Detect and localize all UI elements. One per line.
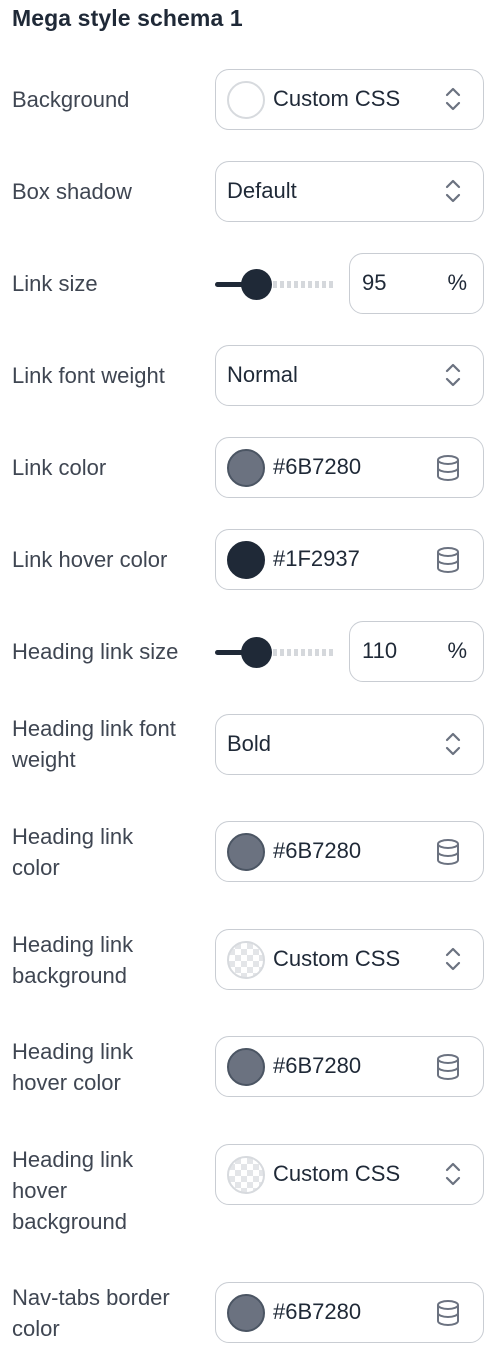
chevron-up-down-icon xyxy=(445,363,461,387)
select-value: Default xyxy=(227,178,297,203)
label-line: background xyxy=(12,1209,127,1234)
color-swatch[interactable] xyxy=(227,1048,265,1086)
slider-thumb[interactable] xyxy=(241,269,272,300)
unit-label: % xyxy=(447,270,467,295)
label-line: Heading link xyxy=(12,824,134,849)
label-line: Heading link font xyxy=(12,716,176,741)
transparent-swatch xyxy=(227,1156,265,1194)
link-size-input[interactable]: 95 % xyxy=(349,253,484,314)
color-value: #6B7280 xyxy=(273,1053,362,1078)
field-label: Heading link hover background xyxy=(12,1144,212,1237)
heading-link-hover-color-picker[interactable]: #6B7280 xyxy=(215,1036,484,1097)
label-line: hover xyxy=(12,1178,68,1203)
heading-link-size-slider[interactable] xyxy=(215,637,335,668)
select-value: Custom CSS xyxy=(273,1161,401,1186)
database-icon[interactable] xyxy=(435,838,461,866)
color-value: #1F2937 xyxy=(273,546,360,571)
select-value: Normal xyxy=(227,362,298,387)
color-swatch[interactable] xyxy=(227,1294,265,1332)
field-label: Link color xyxy=(12,455,107,480)
slider-thumb[interactable] xyxy=(241,637,272,668)
input-value: 110 xyxy=(362,638,398,663)
link-font-weight-select[interactable]: Normal xyxy=(215,345,484,406)
field-label: Heading link background xyxy=(12,929,212,991)
select-value: Custom CSS xyxy=(273,946,401,971)
database-icon[interactable] xyxy=(435,1299,461,1327)
transparent-swatch xyxy=(227,941,265,979)
field-label: Nav-tabs border color xyxy=(12,1282,212,1344)
heading-link-size-input[interactable]: 110 % xyxy=(349,621,484,682)
label-line: weight xyxy=(12,747,76,772)
chevron-up-down-icon xyxy=(445,87,461,111)
field-label: Link hover color xyxy=(12,547,168,572)
color-swatch xyxy=(227,81,265,119)
chevron-up-down-icon xyxy=(445,947,461,971)
chevron-up-down-icon xyxy=(445,1162,461,1186)
input-value: 95 xyxy=(362,270,387,295)
database-icon[interactable] xyxy=(435,454,461,482)
link-size-slider[interactable] xyxy=(215,269,335,300)
field-label: Link size xyxy=(12,271,98,296)
field-label: Background xyxy=(12,87,130,112)
heading-link-color-picker[interactable]: #6B7280 xyxy=(215,821,484,882)
field-label: Box shadow xyxy=(12,179,132,204)
nav-tabs-border-color-picker[interactable]: #6B7280 xyxy=(215,1282,484,1343)
color-value: #6B7280 xyxy=(273,838,362,863)
field-label: Heading link color xyxy=(12,821,212,883)
color-swatch[interactable] xyxy=(227,449,265,487)
link-hover-color-picker[interactable]: #1F2937 xyxy=(215,529,484,590)
chevron-up-down-icon xyxy=(445,179,461,203)
box-shadow-select[interactable]: Default xyxy=(215,161,484,222)
label-line: color xyxy=(12,1316,60,1341)
field-label: Heading link size xyxy=(12,639,179,664)
label-line: Nav-tabs border xyxy=(12,1285,170,1310)
background-select[interactable]: Custom CSS xyxy=(215,69,484,130)
slider-track xyxy=(273,281,335,288)
database-icon[interactable] xyxy=(435,546,461,574)
color-value: #6B7280 xyxy=(273,1299,362,1324)
select-value: Custom CSS xyxy=(273,86,401,111)
field-label: Heading link font weight xyxy=(12,713,212,775)
database-icon[interactable] xyxy=(435,1053,461,1081)
heading-link-font-weight-select[interactable]: Bold xyxy=(215,714,484,775)
select-value: Bold xyxy=(227,731,272,756)
slider-track xyxy=(273,649,335,656)
heading-link-background-select[interactable]: Custom CSS xyxy=(215,929,484,990)
label-line: Heading link xyxy=(12,1147,134,1172)
label-line: hover color xyxy=(12,1070,121,1095)
label-line: Heading link xyxy=(12,932,134,957)
label-line: Heading link xyxy=(12,1039,134,1064)
panel-title: Mega style schema 1 xyxy=(12,5,243,31)
unit-label: % xyxy=(447,638,467,663)
field-label: Heading link hover color xyxy=(12,1036,212,1098)
label-line: background xyxy=(12,963,127,988)
chevron-up-down-icon xyxy=(445,732,461,756)
heading-link-hover-background-select[interactable]: Custom CSS xyxy=(215,1144,484,1205)
label-line: color xyxy=(12,855,60,880)
field-label: Link font weight xyxy=(12,363,165,388)
color-value: #6B7280 xyxy=(273,454,362,479)
link-color-picker[interactable]: #6B7280 xyxy=(215,437,484,498)
color-swatch[interactable] xyxy=(227,833,265,871)
color-swatch[interactable] xyxy=(227,541,265,579)
